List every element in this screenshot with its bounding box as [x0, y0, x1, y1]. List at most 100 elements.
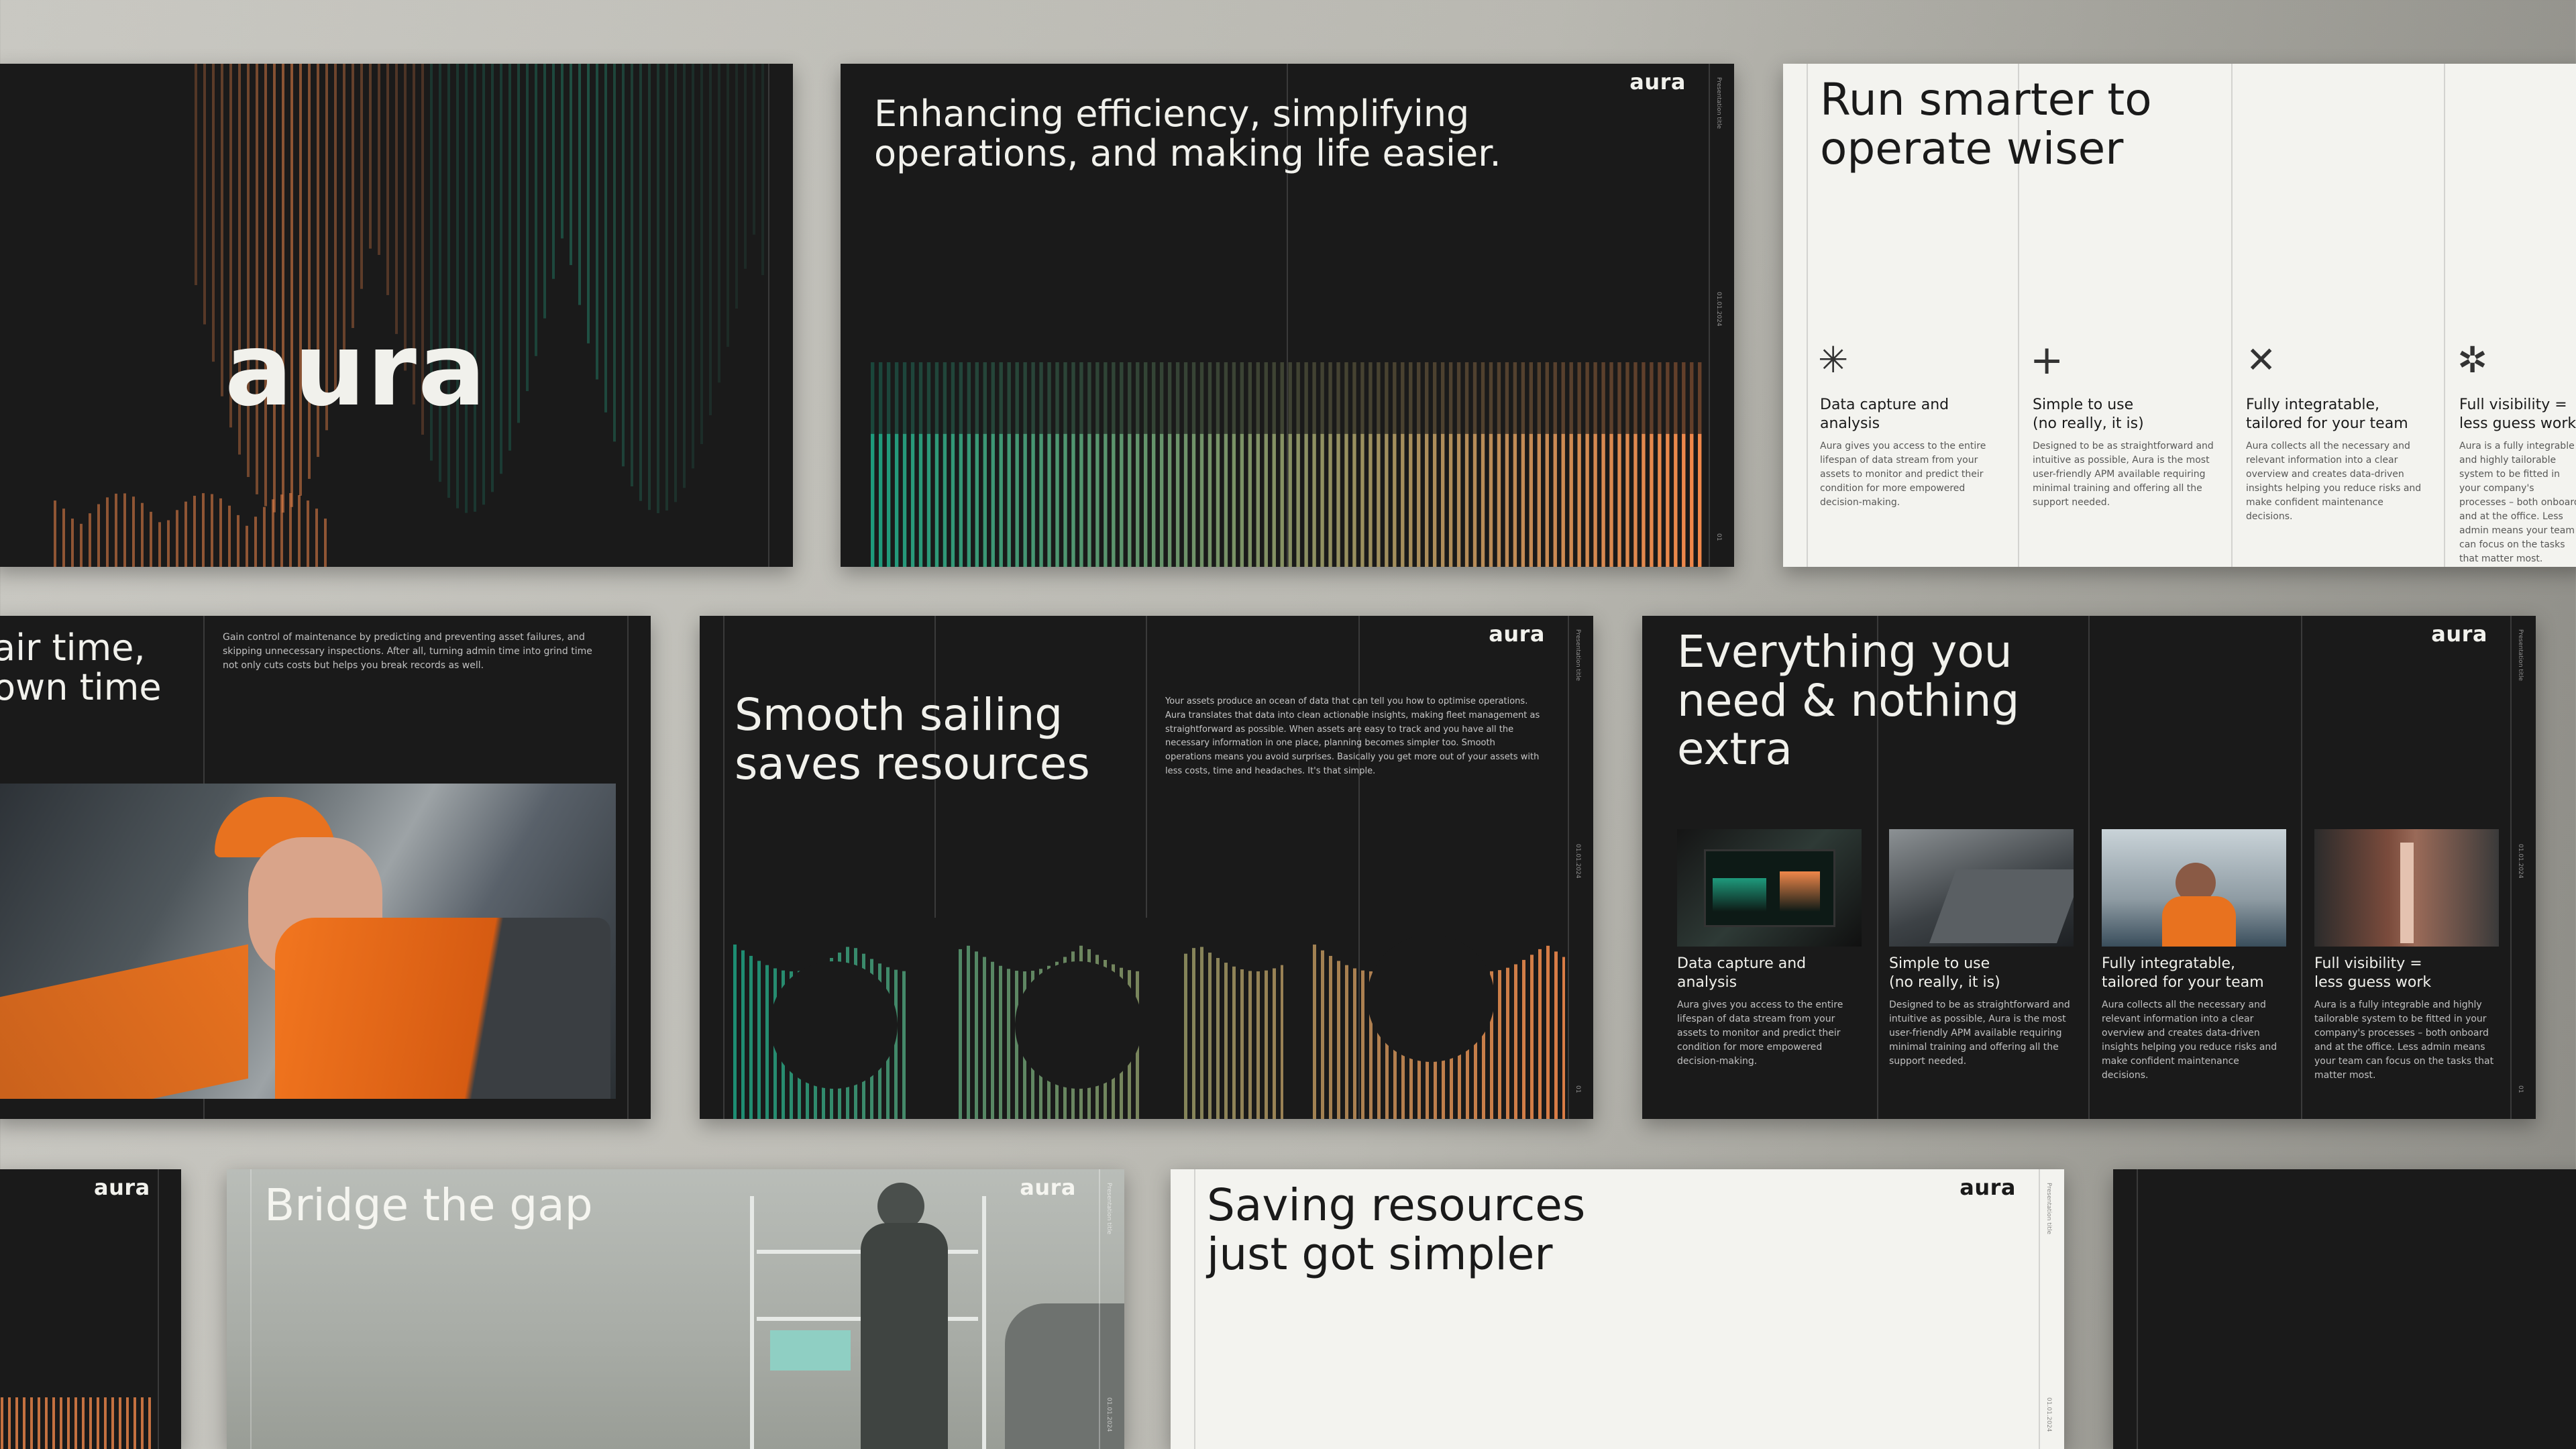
stripe — [1216, 362, 1220, 434]
stripe — [967, 433, 971, 567]
stripe — [1208, 433, 1212, 567]
stripe — [282, 64, 284, 513]
stripe — [648, 64, 651, 511]
stripe — [1530, 955, 1534, 1119]
slide-partial-dark-right[interactable] — [2113, 1169, 2576, 1449]
stripe — [1063, 433, 1067, 567]
stripe — [951, 433, 955, 567]
stripe — [1175, 433, 1180, 567]
stripe — [999, 965, 1002, 1119]
stripe — [1304, 433, 1308, 567]
column-body: Aura gives you access to the entire life… — [1820, 441, 1986, 508]
slide-saving[interactable]: Saving resources just got simpler aura P… — [1171, 1169, 2064, 1449]
stripe — [1425, 362, 1429, 434]
stripe — [1280, 362, 1284, 434]
slide-bridge[interactable]: Bridge the gap aura Presentation title 0… — [227, 1169, 1124, 1449]
stripe — [918, 362, 923, 434]
stripe — [1256, 433, 1260, 567]
stripe — [1401, 433, 1405, 567]
stripe — [298, 495, 301, 567]
stripe — [727, 64, 729, 347]
stripe — [910, 362, 915, 434]
stripe — [975, 951, 978, 1119]
stripe — [221, 64, 223, 396]
slide-run-smarter[interactable]: Run smarter to operate wiser ✳ Data capt… — [1783, 64, 2576, 567]
slide-everything[interactable]: Everything you need & nothing extra aura… — [1642, 616, 2536, 1119]
stripe — [871, 433, 875, 567]
stripe — [744, 64, 747, 269]
stripe — [1120, 433, 1124, 567]
stripe — [254, 517, 257, 567]
stripe — [894, 362, 899, 434]
slide-efficiency[interactable]: Enhancing efficiency, simplifying operat… — [841, 64, 1734, 567]
asterisk-icon: ✳ — [1818, 339, 1849, 381]
stripe — [967, 945, 970, 1119]
stripe — [1007, 433, 1011, 567]
stripe — [908, 918, 955, 1119]
stripe — [111, 1397, 114, 1449]
stripe — [141, 1397, 144, 1449]
slide-cover[interactable]: aura — [0, 64, 793, 567]
stripe — [1175, 362, 1180, 434]
stripe — [289, 493, 292, 567]
stripe — [1224, 433, 1228, 567]
stripe — [1360, 433, 1364, 567]
stripe — [1472, 433, 1477, 567]
stripe — [959, 362, 963, 434]
stripe — [219, 498, 222, 567]
stripe — [657, 64, 659, 513]
slide-headline: air time, own time — [0, 627, 162, 709]
stripe — [158, 522, 161, 567]
grid-line — [2088, 616, 2090, 1119]
stripe — [1593, 433, 1597, 567]
stripe — [552, 64, 555, 279]
ship-propeller-photo — [2314, 829, 2499, 947]
stripe — [1577, 362, 1581, 434]
stripe — [1087, 433, 1091, 567]
stripe — [1191, 362, 1196, 434]
stripe — [1569, 433, 1573, 567]
stripe — [718, 64, 720, 383]
stripe — [1159, 433, 1164, 567]
office-worker-photo — [2102, 829, 2286, 947]
stripe — [1554, 951, 1558, 1119]
slide-partial-dark[interactable]: aura — [0, 1169, 181, 1449]
slide-headline: Run smarter to operate wiser — [1820, 74, 2152, 174]
slide-smooth-sailing[interactable]: Smooth sailing saves resources Your asse… — [700, 616, 1593, 1119]
stripe — [203, 64, 206, 325]
side-date: 01.01.2024 — [1106, 1397, 1112, 1432]
stripe — [1521, 433, 1525, 567]
page-number: 01 — [2517, 1085, 2524, 1093]
stripe — [902, 362, 907, 434]
stripe — [1633, 362, 1638, 434]
stripe — [315, 508, 318, 567]
stripe — [1464, 433, 1469, 567]
slide-headline: Smooth sailing saves resources — [735, 689, 1090, 790]
stripe — [1184, 953, 1187, 1119]
stripe — [1071, 362, 1075, 434]
stripe — [1144, 362, 1148, 434]
stripe — [1650, 362, 1654, 434]
stripe — [1183, 433, 1188, 567]
stripe — [1497, 433, 1501, 567]
letter-counter — [1015, 961, 1142, 1089]
page-number: 01 — [1715, 533, 1722, 541]
plus-icon: + — [2030, 337, 2064, 384]
stripe — [447, 64, 450, 498]
stripe — [141, 502, 144, 567]
stripe — [1312, 433, 1316, 567]
gradient-bars-svg — [871, 362, 1702, 567]
stripe — [1055, 362, 1059, 434]
stripe — [918, 433, 923, 567]
stripe — [934, 362, 939, 434]
stripe — [1448, 362, 1453, 434]
stripe — [902, 971, 906, 1119]
stripe — [176, 510, 178, 567]
stripe — [1336, 362, 1340, 434]
stripe — [1529, 362, 1534, 434]
stripe — [1521, 362, 1525, 434]
grid-line — [2301, 616, 2302, 1119]
stripe — [999, 433, 1003, 567]
stripe — [1472, 362, 1477, 434]
slide-fair-time[interactable]: air time, own time Gain control of maint… — [0, 616, 651, 1119]
